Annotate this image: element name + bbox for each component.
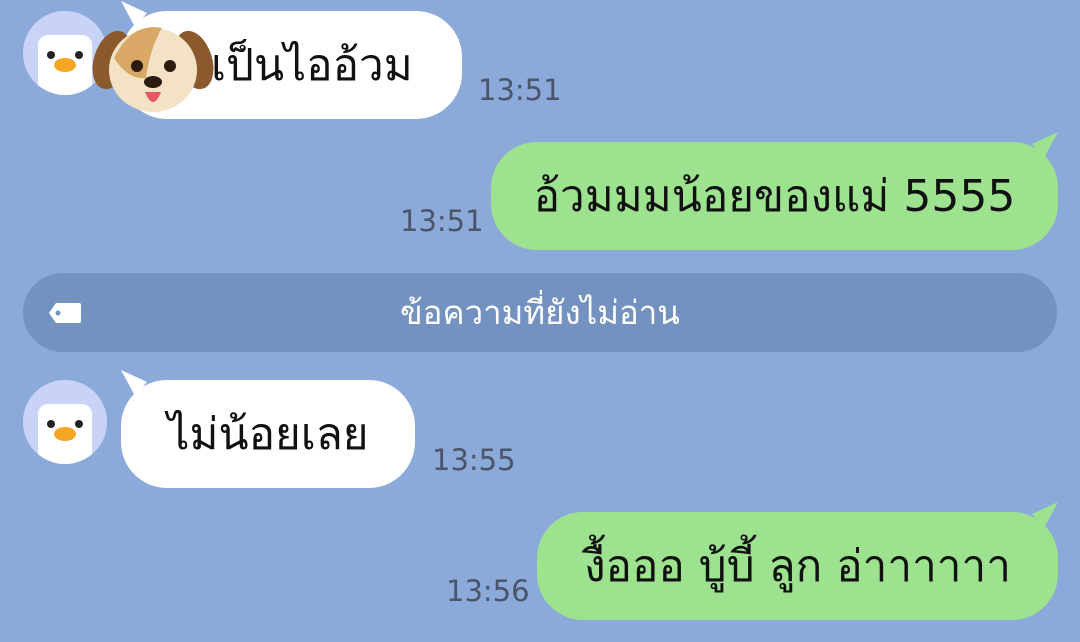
message-text: เป็นไออ้วม (211, 40, 413, 91)
message-text: งื้อออ บู้บี้ ลูก อ่าาาาาา (584, 541, 1011, 592)
message-bubble-outgoing[interactable]: งื้อออ บู้บี้ ลูก อ่าาาาาา (537, 502, 1058, 620)
message-timestamp: 13:51 (400, 204, 484, 238)
message-timestamp: 13:51 (478, 73, 562, 107)
tag-icon (49, 303, 81, 323)
bubble-tail (121, 370, 147, 396)
message-bubble-incoming[interactable]: ไม่น้อยเลย (121, 370, 415, 488)
penguin-icon (23, 380, 107, 464)
unread-messages-divider: ข้อความที่ยังไม่อ่าน (23, 273, 1057, 352)
bubble-tail (1032, 132, 1058, 158)
message-timestamp: 13:55 (432, 443, 516, 477)
contact-avatar[interactable] (23, 380, 107, 464)
message-timestamp: 13:56 (446, 574, 530, 608)
message-text: ไม่น้อยเลย (167, 409, 369, 460)
message-text: อ้วมมมน้อยของแม่ 5555 (533, 171, 1016, 222)
unread-divider-label: ข้อความที่ยังไม่อ่าน (400, 293, 680, 332)
puppy-face-icon (92, 18, 214, 118)
bubble-tail (1032, 502, 1058, 528)
message-bubble-outgoing[interactable]: อ้วมมมน้อยของแม่ 5555 (491, 132, 1058, 250)
